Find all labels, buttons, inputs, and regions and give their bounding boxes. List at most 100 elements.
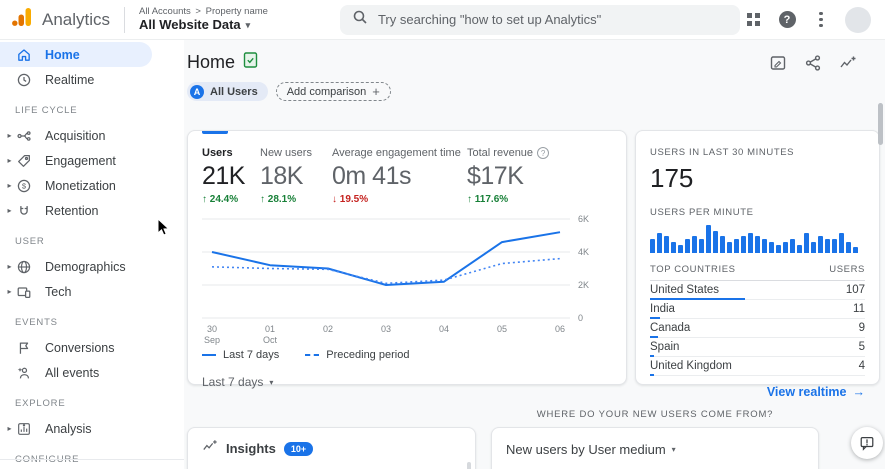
ga-logo[interactable]: Analytics [10, 5, 110, 34]
sidebar-item-realtime[interactable]: Realtime [0, 67, 184, 92]
view-realtime-link[interactable]: View realtime → [650, 385, 865, 399]
svg-text:6K: 6K [578, 214, 589, 224]
date-range-selector[interactable]: Last 7 days ▾ [202, 375, 612, 389]
tag-icon [15, 152, 32, 169]
expand-arrow-icon[interactable]: ▸ [0, 156, 15, 165]
chevron-down-icon: ▾ [671, 445, 676, 454]
expand-arrow-icon[interactable]: ▸ [0, 131, 15, 140]
header-divider [124, 6, 126, 33]
clock-icon [15, 71, 32, 88]
svg-text:$: $ [21, 181, 26, 190]
realtime-title: USERS IN LAST 30 MINUTES [650, 147, 795, 158]
svg-text:0: 0 [578, 313, 583, 323]
search-input[interactable] [377, 12, 728, 27]
insights-header[interactable]: Insights 10+ [202, 438, 461, 459]
devices-icon [15, 283, 32, 300]
analytics-logo-icon [10, 5, 34, 34]
flag-icon [15, 339, 32, 356]
section-events: EVENTS [15, 317, 58, 328]
top-countries-table: TOP COUNTRIES USERS United States 107 Ind… [650, 264, 865, 376]
metric-total-revenue[interactable]: Total revenue ? $17K ↑ 117.6% [467, 147, 607, 205]
page-scrollbar-thumb[interactable] [878, 103, 883, 145]
all-users-avatar: A [190, 84, 204, 99]
svg-text:06: 06 [555, 324, 565, 334]
expand-arrow-icon[interactable]: ▸ [0, 181, 15, 190]
app-root: Analytics All Accounts > Property name A… [0, 0, 885, 469]
svg-text:Oct: Oct [263, 335, 278, 345]
insights-spark-icon [202, 438, 218, 459]
share-icon[interactable] [804, 54, 822, 72]
magnet-icon [15, 202, 32, 219]
all-events-icon [15, 364, 32, 381]
svg-text:03: 03 [381, 324, 391, 334]
sidebar-item-analysis[interactable]: ▸ Analysis [0, 416, 184, 441]
expand-arrow-icon[interactable]: ▸ [0, 206, 15, 215]
svg-text:Sep: Sep [204, 335, 220, 345]
new-users-dimension-selector[interactable]: New users by User medium ▾ [506, 442, 804, 457]
expand-arrow-icon[interactable]: ▸ [0, 287, 15, 296]
new-users-card: New users by User medium ▾ [491, 427, 819, 469]
users-per-minute-chart [650, 225, 865, 253]
sidebar-item-conversions[interactable]: Conversions [0, 335, 184, 360]
chevron-down-icon: ▾ [269, 377, 274, 387]
sidebar-item-engagement[interactable]: ▸ Engagement [0, 148, 184, 173]
new-users-section-title: WHERE DO YOUR NEW USERS COME FROM? [536, 409, 774, 420]
table-row: Spain 5 [650, 338, 865, 357]
svg-text:02: 02 [323, 324, 333, 334]
help-tooltip-icon[interactable]: ? [537, 147, 550, 159]
apps-grid-icon[interactable] [743, 10, 763, 30]
globe-icon [15, 258, 32, 275]
expand-arrow-icon[interactable]: ▸ [0, 424, 15, 433]
sidebar-item-all-events[interactable]: All events [0, 360, 184, 385]
property-selector[interactable]: All Website Data ▾ [139, 17, 268, 33]
svg-text:01: 01 [265, 324, 275, 334]
avatar[interactable] [845, 6, 871, 33]
insights-scrollbar[interactable] [467, 462, 471, 469]
realtime-card: USERS IN LAST 30 MINUTES 175 USERS PER M… [635, 130, 880, 399]
help-icon[interactable]: ? [777, 10, 797, 30]
section-life-cycle: LIFE CYCLE [15, 105, 78, 116]
add-comparison-chip[interactable]: Add comparison + [275, 82, 391, 101]
table-row: India 11 [650, 300, 865, 319]
svg-text:4K: 4K [578, 247, 589, 257]
realtime-users-value: 175 [650, 163, 694, 193]
svg-text:2K: 2K [578, 280, 589, 290]
sidebar-item-demographics[interactable]: ▸ Demographics [0, 254, 184, 279]
sidebar-item-retention[interactable]: ▸ Retention [0, 198, 184, 223]
search-bar[interactable] [339, 4, 740, 35]
metric-new-users[interactable]: New users 18K ↑ 28.1% [260, 147, 332, 205]
customize-report-icon[interactable] [769, 54, 787, 72]
expand-arrow-icon[interactable]: ▸ [0, 262, 15, 271]
section-explore: EXPLORE [15, 398, 66, 409]
sidebar-item-home[interactable]: Home [0, 42, 152, 67]
metric-avg-engagement-time[interactable]: Average engagement time 0m 41s ↓ 19.5% [332, 147, 467, 205]
sidebar-item-monetization[interactable]: ▸ $ Monetization [0, 173, 184, 198]
users-trend-chart: 0 2K 4K 6K 30Sep 01Oct 02 03 04 05 06 [202, 214, 589, 345]
acquisition-icon [15, 127, 32, 144]
insights-count-badge: 10+ [283, 441, 314, 456]
breadcrumb: All Accounts > Property name [139, 6, 268, 17]
svg-text:04: 04 [439, 324, 449, 334]
table-row: United Kingdom 4 [650, 357, 865, 376]
more-options-icon[interactable] [811, 10, 831, 30]
table-row: United States 107 [650, 281, 865, 300]
active-metric-tab-indicator [202, 131, 228, 134]
metric-users[interactable]: Users 21K ↑ 24.4% [202, 147, 260, 205]
sidebar-item-tech[interactable]: ▸ Tech [0, 279, 184, 304]
sidebar-divider [0, 459, 184, 460]
report-status-icon [243, 52, 258, 73]
breadcrumb-separator-icon: > [195, 6, 201, 17]
sidebar: Home Realtime LIFE CYCLE ▸ Acquisition ▸… [0, 40, 184, 469]
table-row: Canada 9 [650, 319, 865, 338]
dollar-circle-icon: $ [15, 177, 32, 194]
insights-spark-icon[interactable] [839, 54, 857, 72]
all-users-chip[interactable]: A All Users [187, 82, 268, 101]
legend-dashed-swatch [305, 354, 320, 356]
search-icon [352, 9, 368, 30]
svg-text:30: 30 [207, 324, 217, 334]
legend-solid-swatch [202, 354, 216, 356]
section-user: USER [15, 236, 45, 247]
feedback-button[interactable] [851, 427, 883, 459]
svg-text:05: 05 [497, 324, 507, 334]
sidebar-item-acquisition[interactable]: ▸ Acquisition [0, 123, 184, 148]
